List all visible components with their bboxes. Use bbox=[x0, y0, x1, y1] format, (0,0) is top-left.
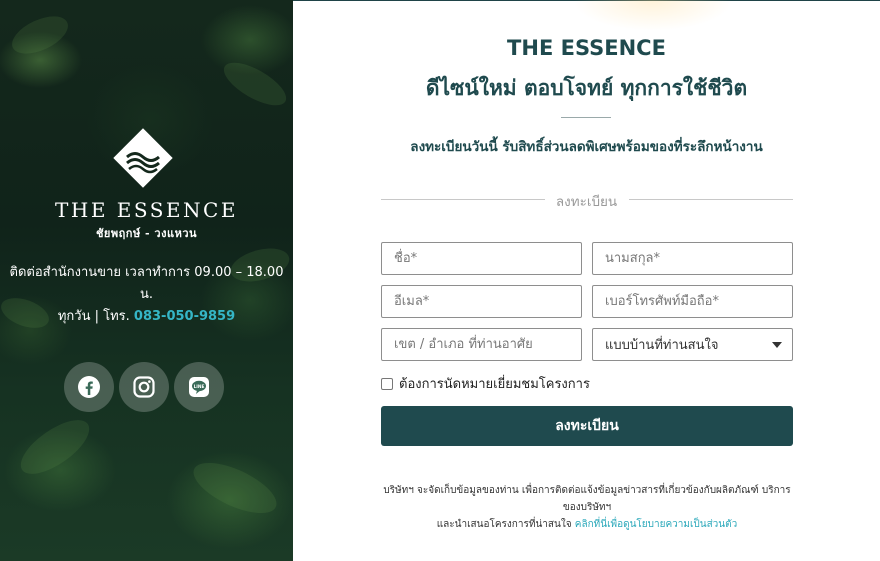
phone-input[interactable] bbox=[592, 285, 793, 318]
instagram-button[interactable] bbox=[119, 362, 169, 412]
house-type-selected: แบบบ้านที่ท่านสนใจ bbox=[605, 338, 719, 353]
section-label: ลงทะเบียน bbox=[555, 194, 618, 210]
phone-prefix: ทุกวัน | โทร. bbox=[57, 309, 134, 324]
privacy-policy-link[interactable]: คลิกที่นี่เพื่อดูนโยบายความเป็นส่วนตัว bbox=[575, 519, 737, 530]
privacy-notice-prefix: และนำเสนอโครงการที่น่าสนใจ bbox=[436, 519, 575, 530]
brand-location: ชัยพฤกษ์ - วงแหวน bbox=[95, 227, 198, 240]
phone-line: ทุกวัน | โทร. 083-050-9859 bbox=[8, 306, 285, 328]
decorative-glow bbox=[573, 0, 733, 31]
title-divider bbox=[561, 117, 611, 118]
facebook-icon bbox=[78, 376, 100, 398]
line-button[interactable]: LINE bbox=[174, 362, 224, 412]
hero-panel: THE ESSENCE ชัยพฤกษ์ - วงแหวน ติดต่อสำนั… bbox=[0, 0, 293, 561]
first-name-input[interactable] bbox=[381, 242, 582, 275]
fern-decoration bbox=[186, 452, 284, 524]
last-name-input[interactable] bbox=[592, 242, 793, 275]
appointment-option: ต้องการนัดหมายเยี่ยมชมโครงการ bbox=[381, 373, 590, 394]
appointment-checkbox[interactable] bbox=[381, 377, 393, 390]
line-icon: LINE bbox=[189, 377, 209, 397]
facebook-button[interactable] bbox=[64, 362, 114, 412]
privacy-notice-line2: และนำเสนอโครงการที่น่าสนใจ คลิกที่นี่เพื… bbox=[381, 516, 793, 533]
logo-waves-icon bbox=[126, 152, 160, 174]
page-subtitle: ดีไซน์ใหม่ ตอบโจทย์ ทุกการใช้ชีวิต bbox=[425, 76, 748, 100]
instagram-icon bbox=[133, 376, 155, 398]
fern-decoration bbox=[6, 8, 74, 62]
promo-text: ลงทะเบียนวันนี้ รับสิทธิ์ส่วนลดพิเศษพร้อ… bbox=[410, 139, 763, 155]
registration-panel: THE ESSENCE ดีไซน์ใหม่ ตอบโจทย์ ทุกการใช… bbox=[293, 0, 880, 561]
house-type-select[interactable]: แบบบ้านที่ท่านสนใจ bbox=[592, 328, 793, 361]
office-hours: ติดต่อสำนักงานขาย เวลาทำการ 09.00 – 18.0… bbox=[9, 265, 284, 302]
section-divider-right bbox=[629, 199, 793, 200]
sales-office-contact: ติดต่อสำนักงานขาย เวลาทำการ 09.00 – 18.0… bbox=[8, 262, 285, 328]
email-input[interactable] bbox=[381, 285, 582, 318]
district-input[interactable] bbox=[381, 328, 582, 361]
privacy-notice-text: บริษัทฯ จะจัดเก็บข้อมูลของท่าน เพื่อการต… bbox=[383, 485, 791, 513]
fern-decoration bbox=[217, 54, 293, 114]
appointment-checkbox-label[interactable]: ต้องการนัดหมายเยี่ยมชมโครงการ bbox=[399, 373, 590, 394]
register-button[interactable]: ลงทะเบียน bbox=[381, 406, 793, 446]
svg-text:LINE: LINE bbox=[194, 384, 205, 390]
phone-link[interactable]: 083-050-9859 bbox=[134, 309, 235, 324]
page-title: THE ESSENCE bbox=[507, 36, 666, 60]
social-links: LINE bbox=[64, 362, 224, 412]
chevron-down-icon bbox=[772, 342, 782, 348]
privacy-notice: บริษัทฯ จะจัดเก็บข้อมูลของท่าน เพื่อการต… bbox=[381, 482, 793, 533]
fern-decoration bbox=[12, 410, 98, 484]
brand-name: THE ESSENCE bbox=[55, 198, 238, 222]
